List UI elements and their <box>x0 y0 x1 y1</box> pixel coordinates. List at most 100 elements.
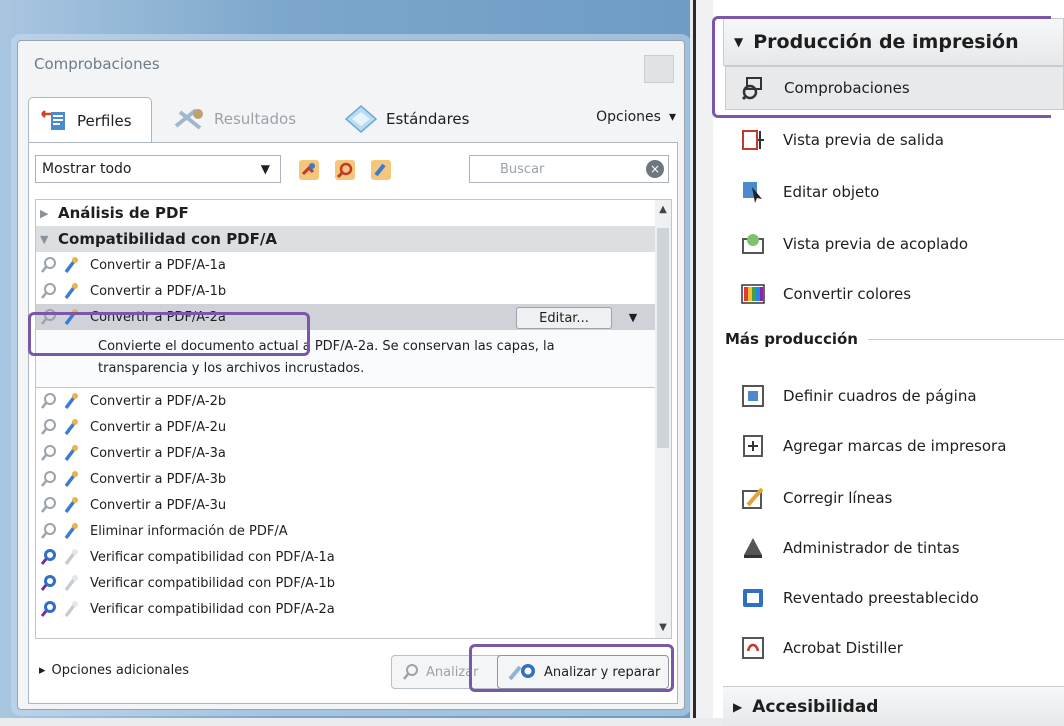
list-item-label: Convertir a PDF/A-3a <box>90 445 226 461</box>
list-item-label: Verificar compatibilidad con PDF/A-1b <box>90 575 336 591</box>
tools-pane: ▼ Producción de impresión Comprobaciones… <box>713 0 1064 726</box>
analyze-and-fix-button[interactable]: Analizar y reparar <box>497 655 669 689</box>
list-item[interactable]: Verificar compatibilidad con PDF/A-1b <box>36 570 656 596</box>
check-magnifier-icon <box>41 257 56 273</box>
tab-standards[interactable]: Estándares <box>334 97 504 141</box>
list-item[interactable]: Convertir a PDF/A-3b <box>36 466 656 492</box>
list-item[interactable]: Convertir a PDF/A-1b <box>36 278 656 304</box>
search-input[interactable]: Buscar × <box>469 155 669 183</box>
check-magnifier-icon <box>40 549 56 565</box>
chevron-down-icon[interactable]: ▼ <box>618 307 648 327</box>
options-menu[interactable]: Opciones ▾ <box>596 109 676 125</box>
more-options-toggle[interactable]: ▸ Opciones adicionales <box>39 663 189 678</box>
clear-search-icon[interactable]: × <box>646 160 664 178</box>
output-preview-icon <box>739 126 767 154</box>
divider-line <box>867 338 1064 340</box>
tool-set-page-boxes[interactable]: Definir cuadros de página <box>739 374 977 418</box>
pane-divider[interactable] <box>693 0 713 718</box>
standards-icon <box>344 105 378 133</box>
list-item[interactable]: Eliminar información de PDF/A <box>36 518 656 544</box>
analyze-button[interactable]: Analizar <box>391 655 503 689</box>
list-item-label: Eliminar información de PDF/A <box>90 523 288 539</box>
scroll-up-icon[interactable]: ▲ <box>657 204 669 216</box>
tree-scrollbar[interactable]: ▲ ▼ <box>655 199 672 639</box>
edit-button[interactable]: Editar... <box>516 307 612 329</box>
list-item[interactable]: Convertir a PDF/A-3u <box>36 492 656 518</box>
tool-label: Agregar marcas de impresora <box>783 437 1007 455</box>
fix-hairlines-icon <box>739 484 767 512</box>
list-item[interactable]: Convertir a PDF/A-1a <box>36 252 656 278</box>
list-item[interactable]: Convertir a PDF/A-3a <box>36 440 656 466</box>
check-magnifier-icon <box>41 523 56 539</box>
tool-label: Corregir líneas <box>783 489 893 507</box>
tool-convert-colors[interactable]: Convertir colores <box>739 272 911 316</box>
preflight-dialog: Comprobaciones Perfiles Resultados Están… <box>17 40 685 710</box>
section-header-accessibility[interactable]: ▶ Accesibilidad <box>723 686 1064 726</box>
group-label: Compatibilidad con PDF/A <box>58 230 277 248</box>
fixup-wrench-icon <box>64 471 78 488</box>
fixup-wrench-icon <box>64 575 78 592</box>
tool-flattener-preview[interactable]: Vista previa de acoplado <box>739 222 968 266</box>
ink-manager-icon <box>739 534 767 562</box>
section-header-print-production[interactable]: ▼ Producción de impresión <box>723 18 1064 66</box>
analyze-fix-icon <box>508 664 535 681</box>
show-filter-select[interactable]: Mostrar todo ▼ <box>35 155 281 183</box>
options-label: Opciones <box>596 109 661 125</box>
distiller-icon <box>739 634 767 662</box>
profiles-icon <box>41 110 65 130</box>
expand-arrow-icon: ▸ <box>39 663 46 678</box>
fixup-wrench-icon <box>64 601 78 618</box>
show-filter-value: Mostrar todo <box>42 161 132 177</box>
check-magnifier-icon <box>41 445 56 461</box>
check-magnifier-icon <box>41 309 56 325</box>
tool-output-preview[interactable]: Vista previa de salida <box>739 118 944 162</box>
list-item-selected[interactable]: Convertir a PDF/A-2a Editar... ▼ <box>36 304 656 330</box>
search-placeholder: Buscar <box>500 161 545 177</box>
tool-acrobat-distiller[interactable]: Acrobat Distiller <box>739 626 903 670</box>
check-magnifier-icon <box>41 471 56 487</box>
group-pdfa-compat[interactable]: ▼ Compatibilidad con PDF/A <box>36 226 656 252</box>
printer-marks-icon <box>739 432 767 460</box>
profiles-panel: Mostrar todo ▼ Buscar × ▶ Análisis de PD… <box>28 142 678 704</box>
chevron-down-icon: ▾ <box>668 109 676 125</box>
filter-checks-icon[interactable] <box>331 157 359 183</box>
chevron-down-icon: ▼ <box>260 162 270 176</box>
list-item-label: Convertir a PDF/A-2b <box>90 393 227 409</box>
list-item[interactable]: Verificar compatibilidad con PDF/A-2a <box>36 596 656 622</box>
tool-ink-manager[interactable]: Administrador de tintas <box>739 526 960 570</box>
expand-arrow-icon: ▶ <box>40 206 49 220</box>
tool-edit-object[interactable]: Editar objeto <box>739 170 879 214</box>
check-magnifier-icon <box>41 419 56 435</box>
preflight-icon <box>740 74 768 102</box>
tool-fix-hairlines[interactable]: Corregir líneas <box>739 476 892 520</box>
tool-label: Vista previa de acoplado <box>783 235 969 253</box>
check-magnifier-icon <box>40 575 56 591</box>
tool-preflight[interactable]: Comprobaciones <box>725 66 1064 110</box>
more-options-label: Opciones adicionales <box>51 663 190 678</box>
dialog-title: Comprobaciones <box>34 55 160 73</box>
heading-label: Más producción <box>725 330 858 348</box>
dialog-close-button[interactable] <box>644 55 674 83</box>
scrollbar-thumb[interactable] <box>657 228 669 448</box>
fixup-wrench-icon <box>64 393 78 410</box>
filter-profiles-icon[interactable] <box>367 157 395 183</box>
filter-fixups-icon[interactable] <box>295 157 323 183</box>
check-magnifier-icon <box>41 283 56 299</box>
list-item[interactable]: Verificar compatibilidad con PDF/A-1a <box>36 544 656 570</box>
list-item[interactable]: Convertir a PDF/A-2u <box>36 414 656 440</box>
collapse-arrow-icon: ▼ <box>40 232 49 246</box>
group-pdf-analysis[interactable]: ▶ Análisis de PDF <box>36 200 656 226</box>
more-production-heading: Más producción <box>725 330 1064 348</box>
profile-description: Convierte el documento actual a PDF/A-2a… <box>36 330 656 388</box>
tab-profiles[interactable]: Perfiles <box>28 97 152 144</box>
list-item[interactable]: Convertir a PDF/A-2b <box>36 388 656 414</box>
scroll-down-icon[interactable]: ▼ <box>657 622 669 634</box>
tab-results[interactable]: Resultados <box>162 97 312 141</box>
tool-trap-presets[interactable]: Reventado preestablecido <box>739 576 979 620</box>
list-item-label: Convertir a PDF/A-3b <box>90 471 227 487</box>
tab-profiles-label: Perfiles <box>77 112 132 130</box>
section-title: Producción de impresión <box>753 31 1019 53</box>
analyze-fix-label: Analizar y reparar <box>544 664 661 680</box>
check-magnifier-icon <box>41 497 56 513</box>
tool-add-printer-marks[interactable]: Agregar marcas de impresora <box>739 424 1006 468</box>
